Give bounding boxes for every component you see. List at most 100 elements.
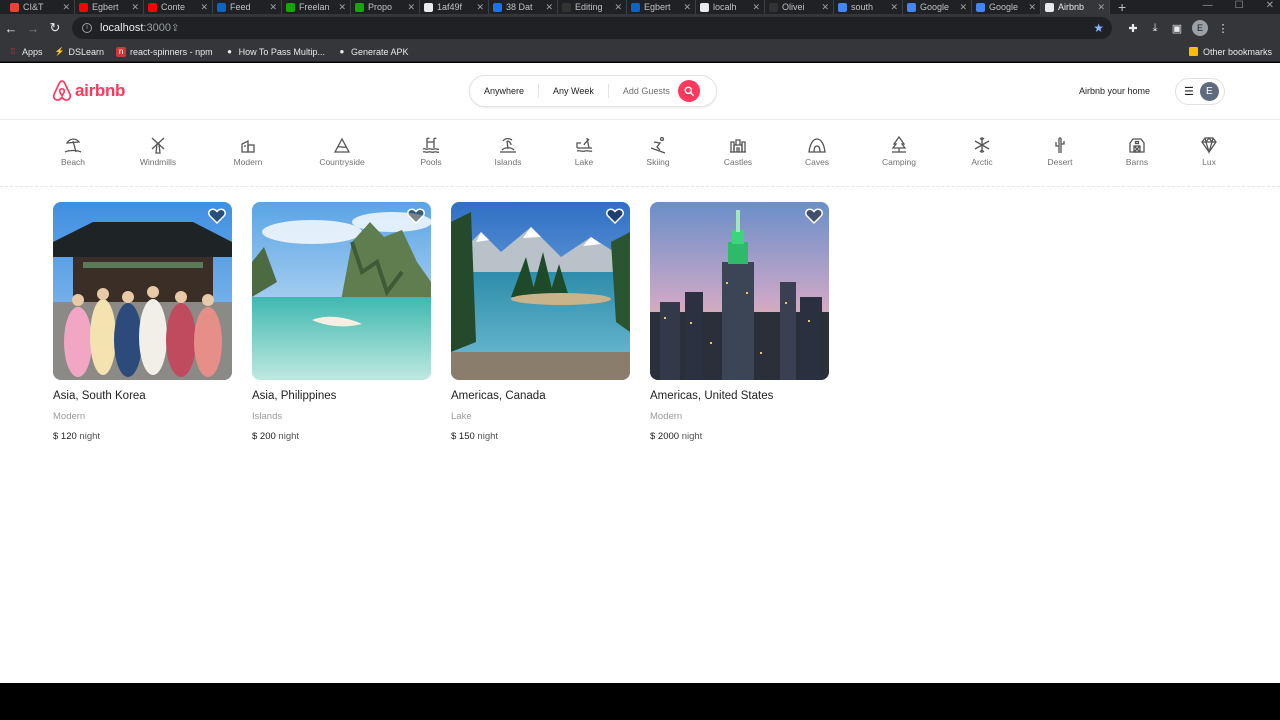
- bookmark-star-icon[interactable]: ★: [1093, 21, 1104, 35]
- category-label: Barns: [1125, 157, 1149, 167]
- other-bookmarks[interactable]: Other bookmarks: [1188, 47, 1272, 57]
- category-pools[interactable]: Pools: [391, 136, 471, 167]
- tab-close-icon[interactable]: ✕: [1028, 2, 1036, 13]
- favorite-heart-icon[interactable]: [805, 208, 823, 224]
- category-skiing[interactable]: Skiing: [618, 136, 698, 167]
- browser-tab[interactable]: Freelan ✕: [282, 0, 351, 14]
- tab-close-icon[interactable]: ✕: [752, 2, 760, 13]
- more-menu-icon[interactable]: ⋮: [1212, 22, 1234, 35]
- browser-tab[interactable]: Feed ✕: [213, 0, 282, 14]
- browser-tab[interactable]: 1af49f ✕: [420, 0, 489, 14]
- browser-tab-active[interactable]: Airbnb ✕: [1041, 0, 1110, 14]
- listing-photo[interactable]: [252, 202, 431, 380]
- browser-tab[interactable]: Olivei ✕: [765, 0, 834, 14]
- listing-photo-image: [650, 202, 829, 380]
- tab-close-icon[interactable]: ✕: [614, 2, 622, 13]
- listing-photo[interactable]: [53, 202, 232, 380]
- maximize-icon[interactable]: ☐: [1235, 0, 1244, 12]
- site-info-icon[interactable]: i: [82, 23, 92, 33]
- category-windmills[interactable]: Windmills: [118, 136, 198, 167]
- address-bar[interactable]: i localhost:3000 ⇪ ★: [72, 17, 1112, 39]
- listing-card[interactable]: Americas, Canada Lake $ 150 night: [451, 202, 630, 442]
- tab-close-icon[interactable]: ✕: [62, 2, 70, 13]
- favorite-heart-icon[interactable]: [208, 208, 226, 224]
- tab-close-icon[interactable]: ✕: [890, 2, 898, 13]
- bookmark-label: Generate APK: [350, 46, 409, 57]
- tab-close-icon[interactable]: ✕: [338, 2, 346, 13]
- category-caves[interactable]: Caves: [777, 136, 857, 167]
- category-arctic[interactable]: Arctic: [942, 136, 1022, 167]
- bookmark-item[interactable]: ⚡ DSLearn: [55, 47, 105, 57]
- extensions-icon[interactable]: ✚: [1122, 22, 1144, 35]
- listing-photo[interactable]: [451, 202, 630, 380]
- category-islands[interactable]: Islands: [468, 136, 548, 167]
- browser-tab[interactable]: Propo ✕: [351, 0, 420, 14]
- listing-card[interactable]: Asia, South Korea Modern $ 120 night: [53, 202, 232, 442]
- tab-favicon-icon: [424, 2, 433, 12]
- browser-tab[interactable]: Conte ✕: [144, 0, 213, 14]
- browser-tab[interactable]: localh ✕: [696, 0, 765, 14]
- profile-avatar[interactable]: E: [1192, 20, 1208, 36]
- search-bar[interactable]: Anywhere Any Week Add Guests: [469, 75, 717, 107]
- reload-icon[interactable]: ↻: [44, 20, 66, 36]
- category-countryside[interactable]: Countryside: [302, 136, 382, 167]
- category-castles[interactable]: Castles: [698, 136, 778, 167]
- browser-tab-strip: CI&T ✕ Egbert ✕ Conte ✕ Feed ✕ Freelan ✕ Prop…: [0, 0, 1280, 14]
- tab-close-icon[interactable]: ✕: [959, 2, 967, 13]
- listing-card[interactable]: Americas, United States Modern $ 2000 ni…: [650, 202, 829, 442]
- category-camping[interactable]: Camping: [859, 136, 939, 167]
- browser-tab[interactable]: Egbert ✕: [627, 0, 696, 14]
- listing-location: Americas, Canada: [451, 390, 546, 402]
- listing-card[interactable]: Asia, Philippines Islands $ 200 night: [252, 202, 431, 442]
- browser-tab[interactable]: Editing ✕: [558, 0, 627, 14]
- favorite-heart-icon[interactable]: [407, 208, 425, 224]
- tab-close-icon[interactable]: ✕: [131, 2, 139, 13]
- listing-photo[interactable]: [650, 202, 829, 380]
- tab-close-icon[interactable]: ✕: [269, 2, 277, 13]
- tab-close-icon[interactable]: ✕: [200, 2, 208, 13]
- category-lake[interactable]: Lake: [544, 136, 624, 167]
- browser-tab[interactable]: Egbert ✕: [75, 0, 144, 14]
- tab-close-icon[interactable]: ✕: [407, 2, 415, 13]
- bookmark-item[interactable]: ⁞⁞ Apps: [8, 47, 43, 57]
- category-lux[interactable]: Lux: [1169, 136, 1249, 167]
- side-panel-icon[interactable]: ▣: [1166, 22, 1188, 35]
- category-desert[interactable]: Desert: [1020, 136, 1100, 167]
- browser-tab[interactable]: 38 Dat ✕: [489, 0, 558, 14]
- browser-tab[interactable]: Google ✕: [972, 0, 1041, 14]
- category-modern[interactable]: Modern: [208, 136, 288, 167]
- category-beach[interactable]: Beach: [33, 136, 113, 167]
- category-label: Arctic: [971, 157, 993, 167]
- tab-close-icon[interactable]: ✕: [545, 2, 553, 13]
- close-window-icon[interactable]: ✕: [1266, 0, 1274, 12]
- user-menu-button[interactable]: ☰ E: [1175, 78, 1225, 105]
- tab-label: Google: [989, 2, 1019, 12]
- search-anywhere[interactable]: Anywhere: [470, 84, 540, 98]
- category-label: Countryside: [319, 157, 365, 167]
- bookmark-item[interactable]: ● How To Pass Multip...: [225, 47, 325, 57]
- favorite-heart-icon[interactable]: [606, 208, 624, 224]
- airbnb-logo[interactable]: airbnb: [52, 80, 125, 102]
- search-any-week[interactable]: Any Week: [539, 84, 609, 98]
- search-add-guests[interactable]: Add Guests: [609, 84, 676, 98]
- host-your-home-link[interactable]: Airbnb your home: [1079, 86, 1150, 96]
- download-icon[interactable]: ⤓: [1144, 22, 1166, 35]
- browser-tab[interactable]: Google ✕: [903, 0, 972, 14]
- bookmark-item[interactable]: ● Generate APK: [337, 47, 409, 57]
- minimize-icon[interactable]: ―: [1203, 0, 1213, 12]
- search-button[interactable]: [677, 80, 700, 102]
- tab-close-icon[interactable]: ✕: [821, 2, 829, 13]
- back-arrow-icon[interactable]: ←: [0, 21, 22, 36]
- bookmark-label: How To Pass Multip...: [238, 46, 325, 57]
- new-tab-button[interactable]: +: [1118, 0, 1126, 14]
- tab-close-icon[interactable]: ✕: [476, 2, 484, 13]
- browser-tab[interactable]: CI&T ✕: [6, 0, 75, 14]
- tab-close-icon[interactable]: ✕: [683, 2, 691, 13]
- tab-close-icon[interactable]: ✕: [1097, 2, 1105, 13]
- forward-arrow-icon[interactable]: →: [22, 21, 44, 36]
- bookmark-item[interactable]: n react-spinners - npm: [116, 46, 213, 57]
- share-icon[interactable]: ⇪: [171, 23, 179, 34]
- tab-label: localh: [713, 2, 737, 12]
- category-barns[interactable]: Barns: [1097, 136, 1177, 167]
- browser-tab[interactable]: south ✕: [834, 0, 903, 14]
